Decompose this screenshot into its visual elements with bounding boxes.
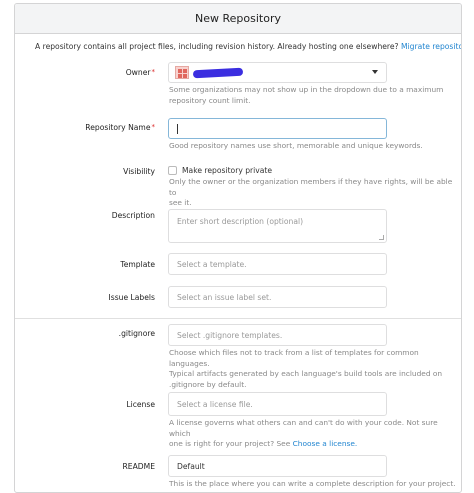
owner-label-text: Owner — [125, 68, 151, 77]
repo-name-label-text: Repository Name — [85, 123, 151, 132]
template-placeholder: Select a template. — [177, 259, 247, 269]
page-title: New Repository — [195, 12, 281, 25]
readme-help: This is the place where you can write a … — [169, 479, 456, 488]
issue-labels-placeholder: Select an issue label set. — [177, 292, 272, 302]
visibility-help: Only the owner or the organization membe… — [169, 177, 459, 209]
owner-help: Some organizations may not show up in th… — [169, 85, 459, 106]
gitignore-label: .gitignore — [118, 329, 155, 338]
description-placeholder: Enter short description (optional) — [177, 217, 304, 226]
repo-name-input[interactable] — [168, 118, 387, 139]
dropdown-caret-icon — [372, 70, 378, 74]
private-checkbox[interactable] — [168, 166, 177, 175]
intro-text: A repository contains all project files,… — [35, 42, 461, 51]
license-label: License — [126, 400, 155, 409]
owner-help-line-2: repository count limit. — [169, 95, 251, 105]
avatar — [175, 66, 189, 79]
repo-name-help: Good repository names use short, memorab… — [169, 141, 423, 150]
license-help-line-2: one is right for your project? See Choos… — [169, 439, 459, 450]
template-select[interactable]: Select a template. — [168, 253, 387, 275]
owner-help-line-1: Some organizations may not show up in th… — [169, 85, 444, 94]
issue-labels-label: Issue Labels — [108, 293, 156, 302]
intro-description: A repository contains all project files,… — [35, 42, 399, 51]
form-header: New Repository — [15, 4, 461, 34]
license-select[interactable]: Select a license file. — [168, 392, 387, 416]
redacted-owner-name — [192, 67, 244, 78]
readme-select[interactable]: Default — [168, 455, 387, 477]
resize-handle-icon[interactable] — [379, 235, 384, 240]
readme-label: README — [122, 462, 155, 471]
description-label: Description — [111, 211, 155, 220]
text-cursor — [177, 123, 178, 134]
template-label: Template — [120, 260, 155, 269]
gitignore-select[interactable]: Select .gitignore templates. — [168, 324, 387, 346]
migrate-repository-link[interactable]: Migrate repository. — [401, 42, 461, 51]
readme-value: Default — [177, 461, 205, 471]
private-checkbox-label[interactable]: Make repository private — [182, 166, 272, 175]
gitignore-placeholder: Select .gitignore templates. — [177, 330, 283, 340]
visibility-help-line-2: see it. — [169, 198, 192, 207]
owner-dropdown[interactable] — [168, 62, 387, 83]
repo-name-label: Repository Name* — [85, 123, 155, 132]
visibility-label: Visibility — [123, 167, 155, 176]
gitignore-help-line-3: .gitignore by default. — [169, 379, 247, 389]
visibility-row: Make repository private — [168, 166, 272, 175]
license-placeholder: Select a license file. — [177, 399, 253, 409]
required-mark: * — [151, 123, 156, 131]
issue-labels-select[interactable]: Select an issue label set. — [168, 286, 387, 308]
gitignore-help-line-2: Typical artifacts generated by each lang… — [169, 369, 443, 378]
choose-license-link[interactable]: Choose a license. — [293, 439, 358, 448]
license-help: A license governs what others can and ca… — [169, 418, 459, 450]
required-mark: * — [151, 68, 156, 76]
gitignore-help-line-1: Choose which files not to track from a l… — [169, 348, 419, 368]
license-help-text: one is right for your project? See — [169, 439, 291, 448]
license-help-line-1: A license governs what others can and ca… — [169, 418, 438, 438]
description-textarea[interactable]: Enter short description (optional) — [168, 209, 387, 243]
new-repository-form: New Repository A repository contains all… — [14, 3, 462, 493]
owner-label: Owner* — [126, 68, 155, 77]
section-divider — [15, 318, 461, 319]
gitignore-help: Choose which files not to track from a l… — [169, 348, 459, 390]
visibility-help-line-1: Only the owner or the organization membe… — [169, 177, 453, 197]
